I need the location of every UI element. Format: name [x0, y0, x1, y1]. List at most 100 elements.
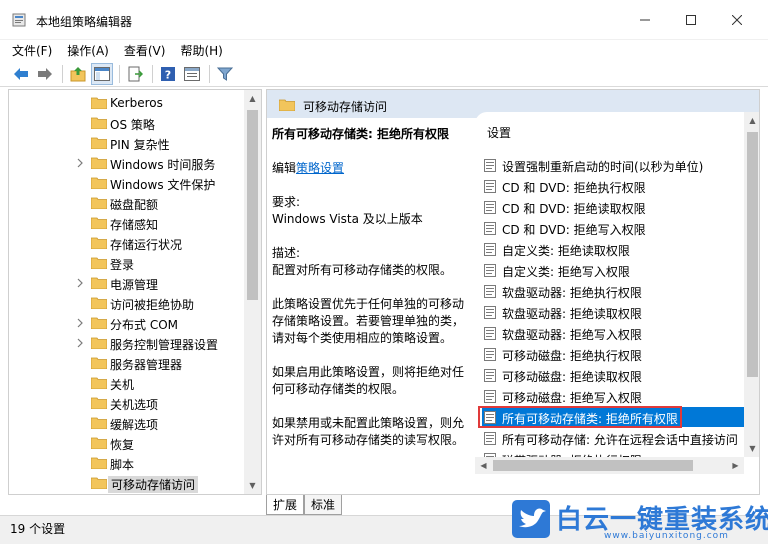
chevron-right-icon[interactable]	[75, 318, 85, 328]
tree-item[interactable]: Windows 文件保护	[9, 173, 245, 193]
folder-icon	[91, 397, 107, 409]
tree-item[interactable]: OS 策略	[9, 113, 245, 133]
tree-item[interactable]: 服务控制管理器设置	[9, 333, 245, 353]
svg-text:?: ?	[165, 68, 171, 81]
brand-url: www.baiyunxitong.com	[604, 531, 729, 541]
policy-setting-icon	[484, 159, 496, 172]
export-list-icon	[128, 66, 143, 81]
edit-prefix: 编辑	[272, 161, 297, 175]
tree-item[interactable]: 脚本	[9, 453, 245, 473]
back-button[interactable]	[10, 63, 32, 85]
menu-file[interactable]: 文件(F)	[12, 42, 52, 59]
scroll-up-arrow-icon[interactable]: ▲	[744, 112, 759, 129]
tree-item-label: Windows 时间服务	[110, 158, 216, 172]
tree-item-label: 可移动存储访问	[108, 476, 199, 493]
policy-setting-icon	[484, 348, 496, 361]
tree-item[interactable]: 关机	[9, 373, 245, 393]
help-button[interactable]: ?	[157, 63, 179, 85]
tree-pane[interactable]: Kerberos OS 策略 PIN 复杂性 Windows 时间服务 Windows …	[8, 89, 262, 495]
tree-item-label: 脚本	[110, 458, 135, 472]
setting-label: 自定义类: 拒绝读取权限	[502, 244, 630, 258]
tree-item-label: 访问被拒绝协助	[110, 298, 195, 312]
settings-list[interactable]: 设置 设置强制重新启动的时间(以秒为单位) CD 和 DVD: 拒绝执行权限 CD …	[475, 112, 759, 474]
tree-vertical-scrollbar[interactable]: ▲ ▼	[244, 90, 261, 494]
setting-row[interactable]: 可移动磁盘: 拒绝读取权限	[482, 365, 744, 385]
edit-policy-setting-link[interactable]: 策略设置	[296, 161, 344, 175]
scroll-down-arrow-icon[interactable]: ▼	[744, 440, 759, 457]
tree-item[interactable]: 登录	[9, 253, 245, 273]
up-folder-button[interactable]	[67, 63, 89, 85]
tree-item[interactable]: 访问被拒绝协助	[9, 293, 245, 313]
close-icon	[732, 15, 742, 25]
setting-row[interactable]: CD 和 DVD: 拒绝执行权限	[482, 176, 744, 196]
tree-item[interactable]: 存储感知	[9, 213, 245, 233]
tree-item[interactable]: 关机选项	[9, 393, 245, 413]
policy-setting-icon	[484, 432, 496, 445]
tree-item[interactable]: 可移动存储访问	[9, 473, 245, 493]
close-button[interactable]	[714, 0, 760, 40]
setting-label: 软盘驱动器: 拒绝执行权限	[502, 286, 642, 300]
setting-row[interactable]: 可移动磁盘: 拒绝写入权限	[482, 386, 744, 406]
tree-scrollbar-thumb[interactable]	[247, 110, 258, 300]
settings-vertical-scrollbar[interactable]: ▲ ▼	[744, 112, 759, 457]
forward-button[interactable]	[34, 63, 56, 85]
tree-item[interactable]: Kerberos	[9, 93, 245, 113]
chevron-right-icon[interactable]	[75, 338, 85, 348]
menu-action[interactable]: 操作(A)	[67, 42, 109, 59]
policy-setting-icon	[484, 264, 496, 277]
setting-row[interactable]: 自定义类: 拒绝写入权限	[482, 260, 744, 280]
filter-button[interactable]	[214, 63, 236, 85]
menu-help[interactable]: 帮助(H)	[180, 42, 222, 59]
details-pane: 可移动存储访问 所有可移动存储类: 拒绝所有权限 编辑策略设置 要求: Windo…	[266, 89, 760, 495]
folder-icon	[91, 417, 107, 429]
scroll-up-arrow-icon[interactable]: ▲	[244, 90, 261, 107]
setting-row[interactable]: 所有可移动存储: 允许在远程会话中直接访问	[482, 428, 744, 448]
scroll-right-arrow-icon[interactable]: ▶	[727, 457, 744, 474]
tree-item[interactable]: 存储运行状况	[9, 233, 245, 253]
tree-item[interactable]: 恢复	[9, 433, 245, 453]
description-text-1: 配置对所有可移动存储类的权限。	[272, 263, 453, 277]
chevron-right-icon[interactable]	[75, 158, 85, 168]
tree-item[interactable]: 缓解选项	[9, 413, 245, 433]
requirement-label: 要求:	[272, 195, 301, 209]
tree-item[interactable]: Windows 时间服务	[9, 153, 245, 173]
properties-button[interactable]	[181, 63, 203, 85]
scroll-down-arrow-icon[interactable]: ▼	[244, 477, 261, 494]
tree-item[interactable]: 服务器管理器	[9, 353, 245, 373]
policy-setting-icon	[484, 306, 496, 319]
minimize-button[interactable]	[622, 0, 668, 40]
folder-icon	[91, 137, 107, 149]
settings-hscrollbar-thumb[interactable]	[493, 460, 693, 471]
tree-item[interactable]: 电源管理	[9, 273, 245, 293]
folder-icon	[91, 297, 107, 309]
settings-scrollbar-thumb[interactable]	[747, 132, 758, 377]
setting-row[interactable]: 软盘驱动器: 拒绝写入权限	[482, 323, 744, 343]
scroll-left-arrow-icon[interactable]: ◀	[475, 457, 492, 474]
setting-label: 可移动磁盘: 拒绝执行权限	[502, 349, 642, 363]
setting-row[interactable]: 设置强制重新启动的时间(以秒为单位)	[482, 155, 744, 175]
setting-row[interactable]: 自定义类: 拒绝读取权限	[482, 239, 744, 259]
folder-icon	[91, 317, 107, 329]
setting-row[interactable]: 软盘驱动器: 拒绝读取权限	[482, 302, 744, 322]
toolbar-separator	[119, 64, 120, 83]
settings-column-header[interactable]: 设置	[487, 124, 511, 141]
tab-extended[interactable]: 扩展	[266, 495, 305, 515]
menu-view[interactable]: 查看(V)	[124, 42, 166, 59]
tree-item[interactable]: 分布式 COM	[9, 313, 245, 333]
tab-standard[interactable]: 标准	[304, 495, 343, 515]
setting-row[interactable]: CD 和 DVD: 拒绝写入权限	[482, 218, 744, 238]
setting-row[interactable]: CD 和 DVD: 拒绝读取权限	[482, 197, 744, 217]
chevron-right-icon[interactable]	[75, 278, 85, 288]
forward-arrow-icon	[38, 67, 52, 80]
setting-label: 自定义类: 拒绝写入权限	[502, 265, 630, 279]
folder-icon	[91, 457, 107, 469]
tree-item[interactable]: PIN 复杂性	[9, 133, 245, 153]
maximize-button[interactable]	[668, 0, 714, 40]
settings-horizontal-scrollbar[interactable]: ◀ ▶	[475, 457, 744, 474]
export-list-button[interactable]	[124, 63, 146, 85]
show-hide-tree-button[interactable]	[91, 62, 113, 85]
setting-row[interactable]: 软盘驱动器: 拒绝执行权限	[482, 281, 744, 301]
setting-row[interactable]: 可移动磁盘: 拒绝执行权限	[482, 344, 744, 364]
tree-item[interactable]: 磁盘配额	[9, 193, 245, 213]
help-icon: ?	[161, 66, 175, 81]
